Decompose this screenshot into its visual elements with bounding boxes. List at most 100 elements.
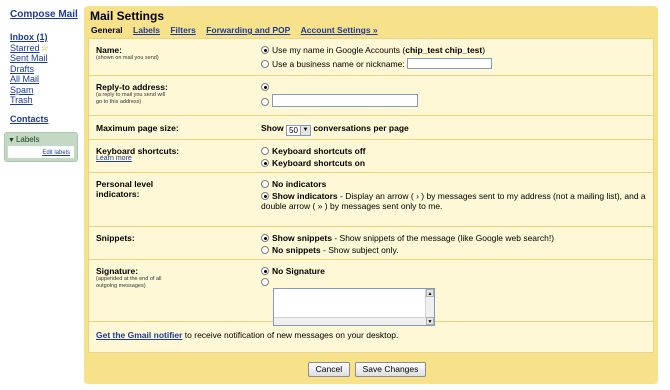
settings-panel: Mail Settings General Labels Filters For… bbox=[84, 6, 658, 384]
tab-forwarding-pop[interactable]: Forwarding and POP bbox=[206, 25, 290, 35]
reply-to-label-text: Reply-to address: bbox=[96, 82, 168, 92]
scroll-down-icon[interactable]: ▼ bbox=[426, 317, 434, 325]
reply-to-input[interactable] bbox=[272, 94, 418, 107]
reply-to-option-custom[interactable] bbox=[261, 94, 649, 107]
tab-general[interactable]: General bbox=[91, 25, 123, 35]
signature-textarea[interactable]: ▲ ▼ bbox=[273, 288, 435, 326]
account-name: chip_test chip_test bbox=[405, 45, 483, 55]
signature-label-text: Signature: bbox=[96, 266, 139, 276]
setting-page-size: Maximum page size: Show 50 ▼ conversation… bbox=[89, 116, 653, 140]
name-sublabel: (shown on mail you send) bbox=[96, 55, 159, 61]
nav-item-sent-mail[interactable]: Sent Mail bbox=[10, 53, 84, 64]
reply-to-label: Reply-to address: (a reply to mail you s… bbox=[96, 82, 256, 105]
snippets-none-text: No snippets bbox=[272, 245, 321, 255]
signature-hscrollbar[interactable] bbox=[274, 317, 426, 325]
gmail-notifier-link[interactable]: Get the Gmail notifier bbox=[96, 330, 182, 340]
signature-custom-option[interactable]: ▲ ▼ bbox=[261, 277, 649, 329]
notifier-line: Get the Gmail notifier to receive notifi… bbox=[96, 330, 398, 340]
tab-labels[interactable]: Labels bbox=[133, 25, 160, 35]
name-google-text: Use my name in Google Accounts ( bbox=[272, 45, 406, 55]
left-navigation: Compose Mail Inbox (1) Starred☆ Sent Mai… bbox=[0, 0, 84, 390]
name-google-close: ) bbox=[482, 45, 486, 55]
chevron-down-icon[interactable]: ▼ bbox=[299, 126, 310, 135]
signature-none-radio[interactable] bbox=[261, 267, 269, 275]
labels-box: ▼Labels Edit labels bbox=[4, 131, 78, 162]
snippets-show-text: Show snippets bbox=[272, 233, 332, 243]
nav-item-starred[interactable]: Starred bbox=[10, 43, 40, 53]
setting-signature: Signature: (appended at the end of all o… bbox=[89, 260, 653, 326]
page-size-show-text: Show bbox=[261, 123, 284, 133]
indicators-none-text: No indicators bbox=[272, 179, 327, 189]
compose-mail-link[interactable]: Compose Mail bbox=[10, 9, 84, 20]
signature-none-text: No Signature bbox=[272, 266, 325, 276]
reply-to-option-default[interactable] bbox=[261, 82, 649, 92]
snippets-none-radio[interactable] bbox=[261, 246, 269, 254]
learn-more-link[interactable]: Learn more bbox=[96, 155, 256, 163]
page-size-control: Show 50 ▼ conversations per page bbox=[261, 123, 649, 136]
page-size-label: Maximum page size: bbox=[96, 123, 179, 133]
nav-item-all-mail[interactable]: All Mail bbox=[10, 74, 84, 85]
reply-to-default-radio[interactable] bbox=[261, 83, 269, 91]
edit-labels-link[interactable]: Edit labels bbox=[42, 150, 70, 156]
indicators-none-radio[interactable] bbox=[261, 180, 269, 188]
triangle-down-icon: ▼ bbox=[8, 136, 15, 144]
name-nickname-radio[interactable] bbox=[261, 60, 269, 68]
setting-reply-to: Reply-to address: (a reply to mail you s… bbox=[89, 76, 653, 116]
save-changes-button[interactable]: Save Changes bbox=[354, 362, 427, 377]
shortcuts-on-radio[interactable] bbox=[261, 159, 269, 167]
settings-content: Name: (shown on mail you send) Use my na… bbox=[88, 38, 654, 353]
notifier-text: to receive notification of new messages … bbox=[182, 330, 399, 340]
page-size-select[interactable]: 50 ▼ bbox=[286, 125, 311, 136]
labels-list: Edit labels bbox=[8, 145, 74, 158]
setting-keyboard-shortcuts: Keyboard shortcuts: Learn more Keyboard … bbox=[89, 140, 653, 173]
indicators-none-option[interactable]: No indicators bbox=[261, 179, 649, 189]
name-option-nickname[interactable]: Use a business name or nickname: bbox=[261, 58, 649, 69]
snippets-none-option[interactable]: No snippets - Show subject only. bbox=[261, 245, 649, 255]
reply-to-sublabel: (a reply to mail you send will go to thi… bbox=[96, 92, 166, 105]
indicators-show-option[interactable]: Show indicators - Display an arrow ( › )… bbox=[261, 191, 649, 211]
signature-scrollbar[interactable]: ▲ ▼ bbox=[425, 289, 434, 325]
setting-snippets: Snippets: Show snippets - Show snippets … bbox=[89, 227, 653, 260]
page-size-suffix: conversations per page bbox=[313, 123, 409, 133]
nav-item-starred-row: Starred☆ bbox=[10, 43, 84, 54]
snippets-label: Snippets: bbox=[96, 233, 135, 243]
nav-item-drafts[interactable]: Drafts bbox=[10, 64, 84, 75]
shortcuts-label: Keyboard shortcuts: Learn more bbox=[96, 146, 256, 163]
scroll-up-icon[interactable]: ▲ bbox=[426, 289, 434, 297]
signature-custom-radio[interactable] bbox=[261, 278, 269, 286]
snippets-none-desc: - Show subject only. bbox=[320, 245, 399, 255]
signature-label: Signature: (appended at the end of all o… bbox=[96, 266, 256, 289]
setting-name: Name: (shown on mail you send) Use my na… bbox=[89, 39, 653, 76]
reply-to-custom-radio[interactable] bbox=[261, 98, 269, 106]
signature-sublabel: (appended at the end of all outgoing mes… bbox=[96, 276, 162, 289]
indicators-label: Personal level indicators: bbox=[96, 179, 154, 199]
tab-filters[interactable]: Filters bbox=[170, 25, 196, 35]
labels-title: Labels bbox=[15, 134, 40, 144]
form-buttons: Cancel Save Changes bbox=[84, 362, 650, 377]
name-option-google[interactable]: Use my name in Google Accounts (chip_tes… bbox=[261, 45, 649, 55]
signature-none-option[interactable]: No Signature bbox=[261, 266, 649, 276]
nav-item-spam[interactable]: Spam bbox=[10, 85, 84, 96]
name-google-radio[interactable] bbox=[261, 46, 269, 54]
star-icon: ☆ bbox=[40, 42, 49, 53]
tab-account-settings[interactable]: Account Settings » bbox=[301, 25, 378, 35]
name-label: Name: (shown on mail you send) bbox=[96, 45, 256, 62]
name-nickname-text: Use a business name or nickname: bbox=[272, 59, 405, 69]
shortcuts-on-option[interactable]: Keyboard shortcuts on bbox=[261, 158, 649, 168]
shortcuts-off-text: Keyboard shortcuts off bbox=[272, 146, 366, 156]
snippets-show-desc: - Show snippets of the message (like Goo… bbox=[331, 233, 555, 243]
indicators-show-text: Show indicators bbox=[272, 191, 338, 201]
settings-tabs: General Labels Filters Forwarding and PO… bbox=[88, 24, 654, 36]
cancel-button[interactable]: Cancel bbox=[307, 362, 351, 377]
nickname-input[interactable] bbox=[407, 58, 493, 69]
nav-item-contacts[interactable]: Contacts bbox=[10, 114, 84, 124]
snippets-show-radio[interactable] bbox=[261, 234, 269, 242]
snippets-show-option[interactable]: Show snippets - Show snippets of the mes… bbox=[261, 233, 649, 243]
shortcuts-on-text: Keyboard shortcuts on bbox=[272, 158, 366, 168]
shortcuts-off-radio[interactable] bbox=[261, 147, 269, 155]
shortcuts-off-option[interactable]: Keyboard shortcuts off bbox=[261, 146, 649, 156]
nav-item-trash[interactable]: Trash bbox=[10, 95, 84, 106]
indicators-show-radio[interactable] bbox=[261, 192, 269, 200]
nav-item-inbox[interactable]: Inbox (1) bbox=[10, 32, 84, 43]
labels-header[interactable]: ▼Labels bbox=[8, 135, 74, 144]
